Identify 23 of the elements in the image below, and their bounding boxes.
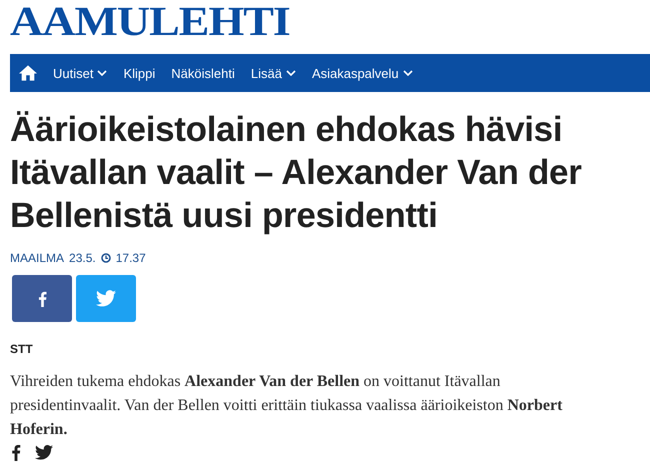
clock-icon	[100, 253, 111, 263]
section-label[interactable]: MAAILMA	[10, 251, 64, 265]
twitter-share-button[interactable]	[76, 275, 136, 322]
facebook-share-button[interactable]	[12, 275, 72, 322]
publish-date: 23.5.	[69, 251, 96, 265]
nav-link[interactable]: Asiakaspalvelu	[312, 66, 413, 80]
facebook-icon[interactable]	[11, 444, 21, 461]
chevron-icon	[286, 70, 296, 76]
chevron-icon	[402, 70, 413, 76]
article-headline: Äärioikeistolainen ehdokas hävisi Itävallan vaalit – Alexander Van der Bellenistä uusi presidentti	[10, 109, 583, 237]
nav-link[interactable]: Lisää	[250, 66, 296, 80]
home-icon[interactable]	[19, 65, 37, 81]
site-logo[interactable]: AAMULEHTI	[10, 0, 290, 44]
chevron-icon	[97, 70, 108, 76]
nav-link[interactable]: Näköislehti	[171, 66, 235, 80]
byline: STT	[10, 342, 33, 356]
twitter-icon	[96, 290, 116, 307]
nav-link[interactable]: Uutiset	[53, 66, 108, 80]
nav-link[interactable]: Klippi	[123, 66, 156, 80]
twitter-icon[interactable]	[35, 445, 53, 460]
publish-time: 17.37	[116, 251, 146, 265]
article-lead: Vihreiden tukema ehdokas Alexander Van der Bellen on voittanut Itävallan presidentinvaalit. Van der Bellen voitti erittäin tiukassa vaalissa äärioikeiston Norbert Hoferin.	[10, 372, 564, 440]
facebook-icon	[38, 290, 46, 306]
